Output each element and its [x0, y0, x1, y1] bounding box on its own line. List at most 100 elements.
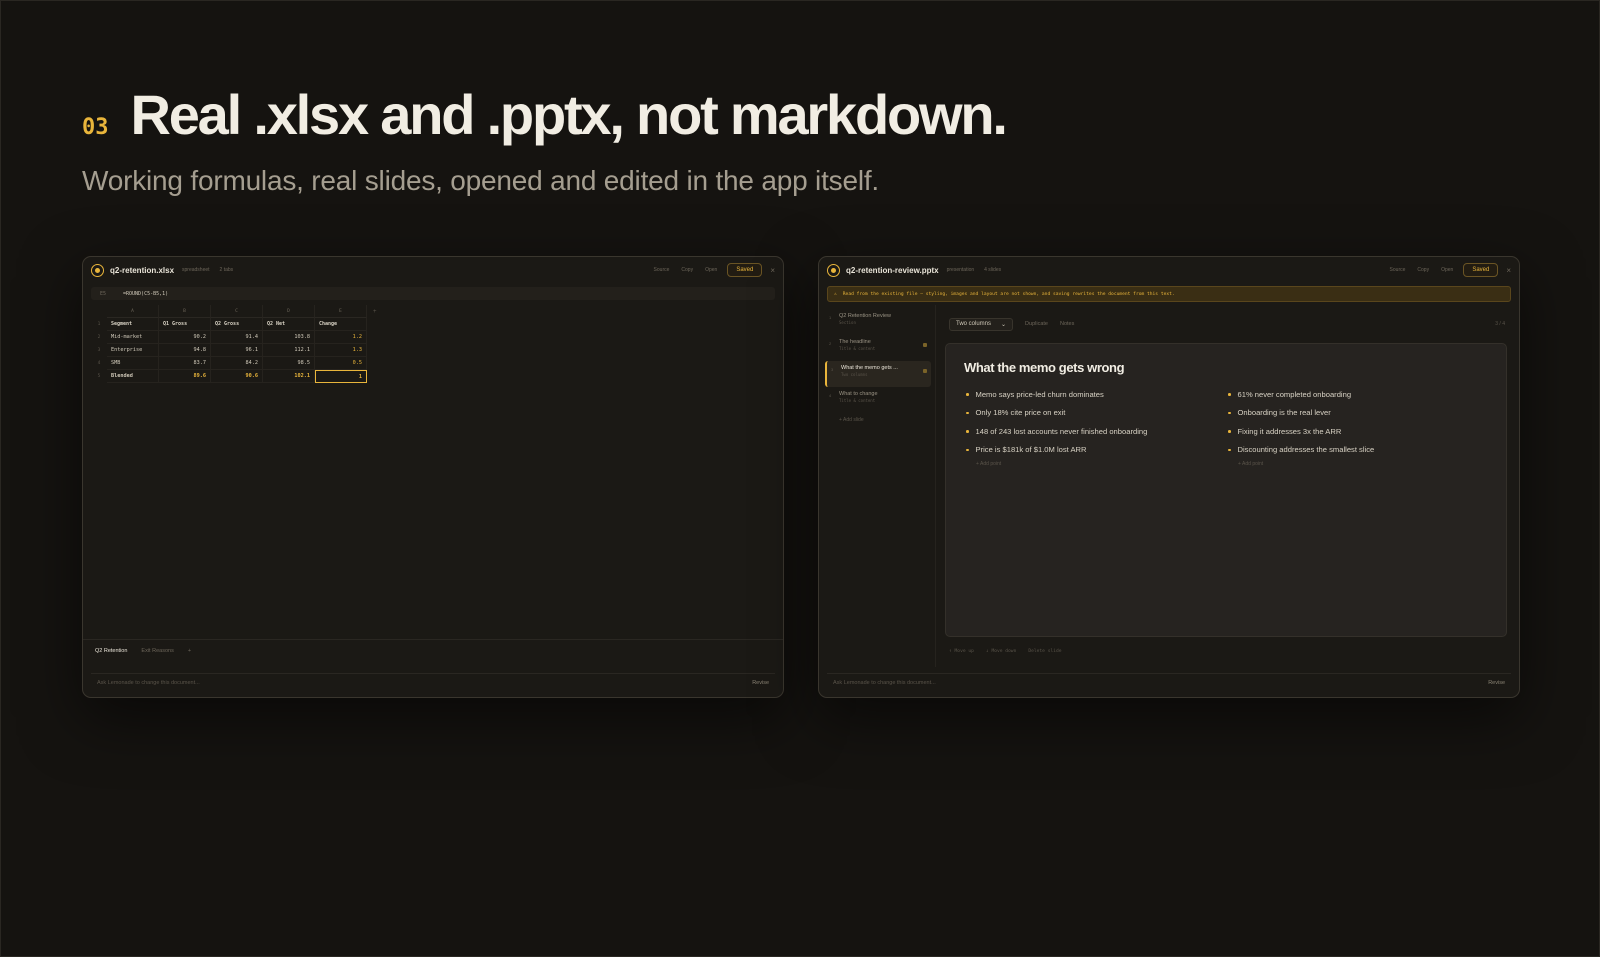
selected-cell[interactable]: 1 [315, 370, 367, 383]
bullet-point[interactable]: 148 of 243 lost accounts never finished … [964, 422, 1226, 441]
cell[interactable]: 94.8 [159, 344, 211, 357]
slide-item[interactable]: 2 The headline Title & content [825, 335, 931, 361]
column-header[interactable]: E [315, 305, 367, 318]
add-point-button[interactable]: + Add point [976, 461, 1226, 467]
move-up-button[interactable]: ↑ Move up [949, 649, 974, 654]
ask-input[interactable]: Ask Lemonade to change this document... … [827, 673, 1511, 691]
revise-button[interactable]: Revise [752, 680, 769, 686]
cell[interactable]: 84.2 [211, 357, 263, 370]
table-row: 3 Enterprise 94.8 96.1 112.1 1.3 [91, 344, 377, 357]
slide-list: 1 Q2 Retention Review Section 2 The head… [825, 309, 931, 423]
cell[interactable]: 96.1 [211, 344, 263, 357]
column-header[interactable]: B [159, 305, 211, 318]
cell[interactable]: Q2 Net [263, 318, 315, 331]
tab-q2-retention[interactable]: Q2 Retention [95, 648, 127, 654]
layout-select[interactable]: Two columns ⌄ [949, 317, 1014, 331]
copy-button[interactable]: Copy [1417, 267, 1429, 273]
close-icon[interactable]: × [770, 266, 775, 275]
file-name: q2-retention.xlsx [110, 265, 175, 275]
row-number: 1 [97, 322, 101, 327]
cell[interactable]: Q1 Gross [159, 318, 211, 331]
notes-button[interactable]: Notes [1060, 321, 1074, 327]
warning-icon: ⚠ [834, 291, 837, 297]
cell[interactable]: Segment [107, 318, 159, 331]
cell[interactable]: 90.6 [211, 370, 263, 383]
slide-item[interactable]: 4 What to change Title & content [825, 387, 931, 413]
cell[interactable]: 103.8 [263, 331, 315, 344]
cell[interactable]: 112.1 [263, 344, 315, 357]
cell[interactable]: Q2 Gross [211, 318, 263, 331]
section-number: 03 [82, 115, 109, 140]
close-icon[interactable]: × [1506, 266, 1511, 275]
bullet-point[interactable]: Only 18% cite price on exit [964, 404, 1226, 423]
cell[interactable]: 83.7 [159, 357, 211, 370]
cell[interactable]: 1.2 [315, 331, 367, 344]
slide-item-title: Q2 Retention Review [839, 313, 891, 319]
source-button[interactable]: Source [1390, 267, 1406, 273]
cell[interactable]: 89.6 [159, 370, 211, 383]
chevron-down-icon: ⌄ [1001, 321, 1007, 328]
warning-banner: ⚠ Read from the existing file — styling,… [827, 286, 1511, 302]
ask-input[interactable]: Ask Lemonade to change this document... … [91, 673, 775, 691]
cell[interactable]: 90.2 [159, 331, 211, 344]
formula-input[interactable]: =ROUND(C5-B5,1) [123, 291, 168, 297]
file-meta: 4 slides [984, 267, 1002, 273]
file-type: presentation [946, 267, 975, 273]
left-column: Memo says price-led churn dominates Only… [964, 385, 1226, 467]
source-button[interactable]: Source [654, 267, 670, 273]
cell[interactable]: Mid-market [107, 331, 159, 344]
cell-reference: E5 [99, 290, 107, 297]
copy-button[interactable]: Copy [681, 267, 693, 273]
bullet-point[interactable]: 61% never completed onboarding [1226, 385, 1488, 404]
hero-section: 03 Real .xlsx and .pptx, not markdown. W… [82, 82, 1008, 197]
delete-slide-button[interactable]: Delete slide [1028, 649, 1061, 654]
slide-actions: ↑ Move up ↓ Move down Delete slide [949, 649, 1062, 654]
slide-item-active[interactable]: 3 What the memo gets ... Two columns [825, 361, 931, 387]
table-row: 5 Blended 89.6 90.6 102.1 1 [91, 370, 377, 383]
warning-text: Read from the existing file — styling, i… [842, 291, 1175, 297]
add-sheet-button[interactable]: + [188, 648, 191, 654]
cell[interactable]: 98.5 [263, 357, 315, 370]
cell[interactable]: 1.3 [315, 344, 367, 357]
add-point-button[interactable]: + Add point [1238, 461, 1488, 467]
move-down-button[interactable]: ↓ Move down [986, 649, 1016, 654]
add-slide-button[interactable]: + Add slide [825, 413, 931, 423]
formula-bar[interactable]: E5 =ROUND(C5-B5,1) [91, 287, 775, 300]
cell[interactable]: Blended [107, 370, 159, 383]
cell[interactable]: 91.4 [211, 331, 263, 344]
revise-button[interactable]: Revise [1488, 680, 1505, 686]
cell[interactable]: SMB [107, 357, 159, 370]
saved-button[interactable]: Saved [727, 263, 763, 277]
bullet-point[interactable]: Price is $181k of $1.0M lost ARR [964, 441, 1226, 460]
cell[interactable]: 102.1 [263, 370, 315, 383]
open-button[interactable]: Open [705, 267, 717, 273]
slide-title[interactable]: What the memo gets wrong [964, 360, 1488, 375]
column-header[interactable]: A [107, 305, 159, 318]
table-row: 2 Mid-market 90.2 91.4 103.8 1.2 [91, 331, 377, 344]
bullet-point[interactable]: Memo says price-led churn dominates [964, 385, 1226, 404]
slide-number: 2 [829, 341, 832, 346]
bullet-point[interactable]: Discounting addresses the smallest slice [1226, 441, 1488, 460]
cell[interactable]: Enterprise [107, 344, 159, 357]
presentation-window: q2-retention-review.pptx presentation 4 … [818, 256, 1520, 698]
slide-canvas[interactable]: What the memo gets wrong Memo says price… [945, 343, 1507, 637]
bullet-point[interactable]: Onboarding is the real lever [1226, 404, 1488, 423]
tab-exit-reasons[interactable]: Exit Reasons [141, 648, 173, 654]
app-logo-icon [91, 263, 104, 277]
cell[interactable]: Change [315, 318, 367, 331]
slide-item-title: What the memo gets ... [841, 365, 898, 371]
slide-number: 4 [829, 393, 832, 398]
slide-item[interactable]: 1 Q2 Retention Review Section [825, 309, 931, 335]
column-header[interactable]: D [263, 305, 315, 318]
saved-button[interactable]: Saved [1463, 263, 1499, 277]
column-header[interactable]: C [211, 305, 263, 318]
bullet-point[interactable]: Fixing it addresses 3x the ARR [1226, 422, 1488, 441]
spreadsheet-grid: A B C D E + 1 Segment Q1 Gross Q2 Gross … [91, 305, 377, 383]
open-button[interactable]: Open [1441, 267, 1453, 273]
slide-toolbar: Two columns ⌄ Duplicate Notes 3 / 4 [949, 317, 1505, 331]
add-column-button[interactable]: + [373, 309, 377, 315]
ask-placeholder: Ask Lemonade to change this document... [97, 679, 200, 686]
cell[interactable]: 0.5 [315, 357, 367, 370]
slide-columns: Memo says price-led churn dominates Only… [964, 385, 1488, 467]
duplicate-button[interactable]: Duplicate [1025, 321, 1048, 327]
